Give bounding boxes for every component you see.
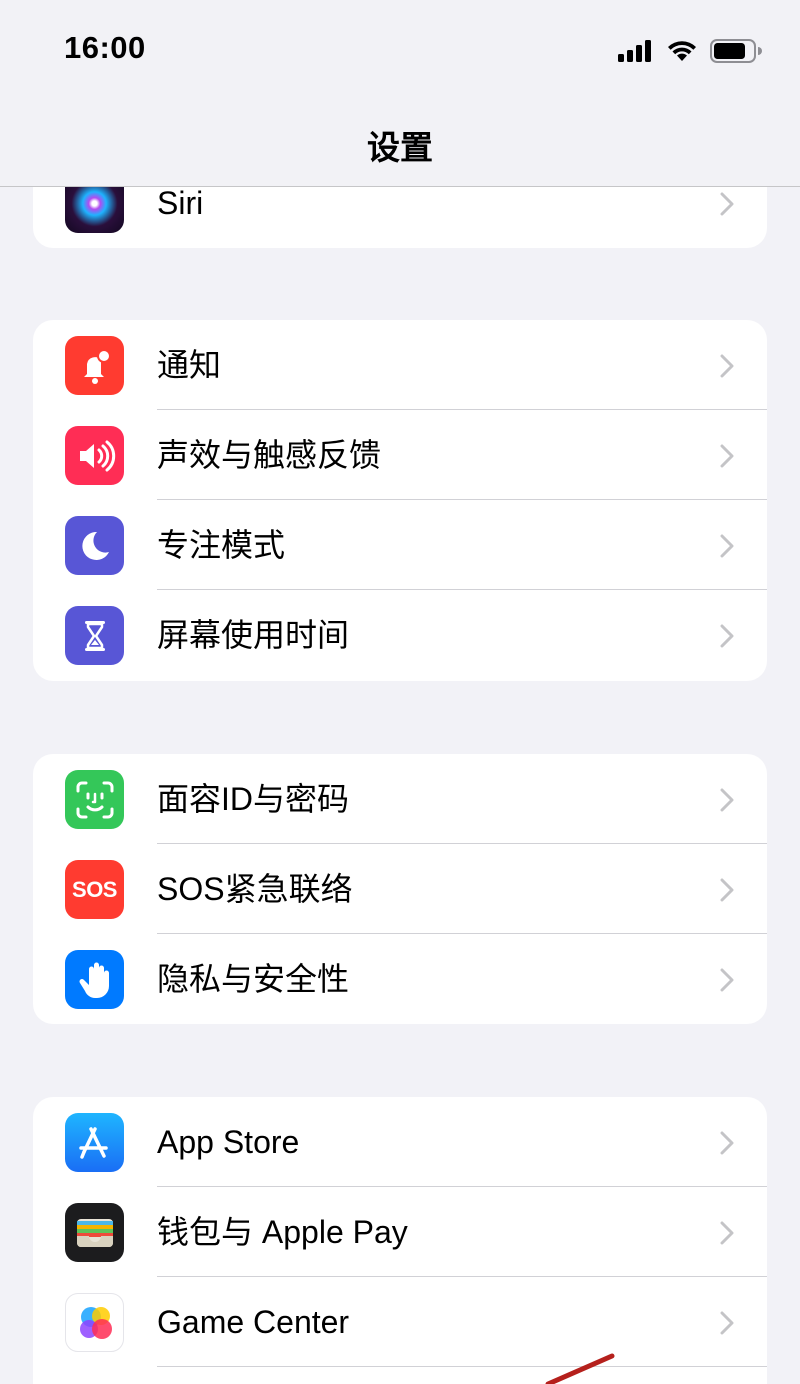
status-icons — [618, 36, 762, 66]
settings-row-label: 声效与触感反馈 — [157, 437, 382, 473]
settings-screen: 16:00 设置 Siri 通知 声效与触感反馈 专注模式 屏幕使用时间 面容I… — [0, 0, 800, 1384]
speaker-icon — [65, 426, 124, 485]
settings-row-privacy[interactable]: 隐私与安全性 — [33, 934, 767, 1024]
chevron-right-icon — [720, 192, 734, 216]
settings-row-notifications[interactable]: 通知 — [33, 320, 767, 410]
settings-row-app-store[interactable]: App Store — [33, 1097, 767, 1187]
chevron-right-icon — [720, 1311, 734, 1335]
settings-row-label: SOS紧急联络 — [157, 871, 353, 907]
settings-row-sounds-haptics[interactable]: 声效与触感反馈 — [33, 410, 767, 500]
settings-row-label: Game Center — [157, 1304, 350, 1340]
hand-icon — [65, 950, 124, 1009]
cellular-signal-icon — [618, 40, 651, 62]
settings-row-label: 面容ID与密码 — [157, 781, 350, 817]
page-title: 设置 — [367, 129, 433, 166]
chevron-right-icon — [720, 1131, 734, 1155]
chevron-right-icon — [720, 878, 734, 902]
wallet-icon — [65, 1203, 124, 1262]
settings-row-game-center[interactable]: Game Center — [33, 1277, 767, 1367]
face-id-icon — [65, 770, 124, 829]
settings-row-face-id[interactable]: 面容ID与密码 — [33, 754, 767, 844]
settings-group-notifications: 通知 声效与触感反馈 专注模式 屏幕使用时间 — [33, 320, 767, 681]
moon-icon — [65, 516, 124, 575]
chevron-right-icon — [720, 968, 734, 992]
game-center-icon — [65, 1293, 124, 1352]
chevron-right-icon — [720, 1221, 734, 1245]
app-store-icon — [65, 1113, 124, 1172]
row-separator — [157, 1366, 767, 1367]
settings-row-label: App Store — [157, 1124, 300, 1160]
settings-row-label: 钱包与 Apple Pay — [157, 1214, 408, 1250]
settings-row-screen-time[interactable]: 屏幕使用时间 — [33, 590, 767, 680]
settings-row-emergency-sos[interactable]: SOS SOS紧急联络 — [33, 844, 767, 934]
chevron-right-icon — [720, 788, 734, 812]
sos-icon-text: SOS — [72, 876, 117, 902]
wifi-icon — [668, 41, 696, 61]
settings-row-wallet[interactable]: 钱包与 Apple Pay — [33, 1187, 767, 1277]
settings-row-label: 通知 — [157, 347, 222, 383]
battery-icon — [710, 39, 762, 63]
settings-group-security: 面容ID与密码 SOS SOS紧急联络 隐私与安全性 — [33, 754, 767, 1024]
chevron-right-icon — [720, 444, 734, 468]
settings-row-label: 隐私与安全性 — [157, 961, 350, 997]
settings-row-label: 专注模式 — [157, 527, 286, 563]
settings-row-focus[interactable]: 专注模式 — [33, 500, 767, 590]
status-time: 16:00 — [64, 30, 146, 65]
settings-group-apps: App Store 钱包与 Apple Pay Game Center — [33, 1097, 767, 1384]
chevron-right-icon — [720, 624, 734, 648]
chevron-right-icon — [720, 354, 734, 378]
annotation-stroke — [545, 1353, 615, 1384]
header: 16:00 设置 — [0, 0, 800, 187]
chevron-right-icon — [720, 534, 734, 558]
hourglass-icon — [65, 606, 124, 665]
settings-row-label: 屏幕使用时间 — [157, 617, 350, 653]
notifications-bell-icon — [65, 336, 124, 395]
sos-icon: SOS — [65, 860, 124, 919]
